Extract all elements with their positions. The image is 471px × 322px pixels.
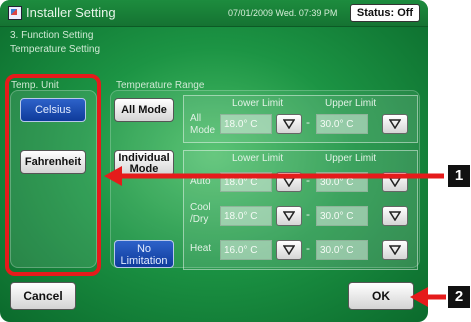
ok-button[interactable]: OK	[348, 282, 414, 310]
heat-row-label: Heat	[190, 243, 212, 254]
page-title: Temperature Setting	[10, 44, 101, 55]
lower-limit-header: Lower Limit	[232, 98, 284, 109]
all-mode-row-label: All Mode	[190, 113, 216, 136]
heat-lower-field[interactable]: 16.0° C	[220, 240, 272, 260]
cool-dry-lower-field[interactable]: 18.0° C	[220, 206, 272, 226]
callout-arrow-2	[410, 287, 446, 307]
callout-number-2: 2	[448, 286, 470, 308]
range-dash: -	[306, 207, 310, 221]
callout-number-1: 1	[448, 165, 470, 187]
title-bar: Installer Setting 07/01/2009 Wed. 07:39 …	[0, 0, 428, 27]
heat-upper-dropdown[interactable]	[382, 240, 408, 260]
all-mode-lower-field[interactable]: 18.0° C	[220, 114, 272, 134]
date-time: 07/01/2009 Wed. 07:39 PM	[228, 8, 338, 18]
section-title: 3. Function Setting	[10, 30, 94, 41]
chevron-down-icon	[389, 211, 401, 221]
all-mode-upper-field[interactable]: 30.0° C	[316, 114, 368, 134]
all-mode-lower-dropdown[interactable]	[276, 114, 302, 134]
chevron-down-icon	[389, 245, 401, 255]
chevron-down-icon	[283, 245, 295, 255]
range-dash: -	[306, 115, 310, 129]
temp-unit-highlight	[5, 74, 101, 276]
upper-limit-header: Upper Limit	[325, 153, 377, 164]
installer-setting-screen: Installer Setting 07/01/2009 Wed. 07:39 …	[0, 0, 428, 322]
chevron-down-icon	[389, 119, 401, 129]
range-dash: -	[306, 241, 310, 255]
window-icon	[8, 6, 22, 20]
callout-arrow-1	[104, 166, 444, 186]
all-mode-button[interactable]: All Mode	[114, 98, 174, 122]
upper-limit-header: Upper Limit	[325, 98, 377, 109]
heat-lower-dropdown[interactable]	[276, 240, 302, 260]
chevron-down-icon	[283, 211, 295, 221]
status-badge: Status: Off	[350, 4, 420, 22]
cool-dry-upper-dropdown[interactable]	[382, 206, 408, 226]
no-limitation-button[interactable]: No Limitation	[114, 240, 174, 268]
all-mode-upper-dropdown[interactable]	[382, 114, 408, 134]
lower-limit-header: Lower Limit	[232, 153, 284, 164]
cool-dry-upper-field[interactable]: 30.0° C	[316, 206, 368, 226]
chevron-down-icon	[283, 119, 295, 129]
cancel-button[interactable]: Cancel	[10, 282, 76, 310]
cool-dry-lower-dropdown[interactable]	[276, 206, 302, 226]
heat-upper-field[interactable]: 30.0° C	[316, 240, 368, 260]
window-title: Installer Setting	[26, 5, 116, 20]
temperature-range-label: Temperature Range	[116, 80, 205, 91]
cool-dry-row-label: Cool /Dry	[190, 202, 211, 225]
